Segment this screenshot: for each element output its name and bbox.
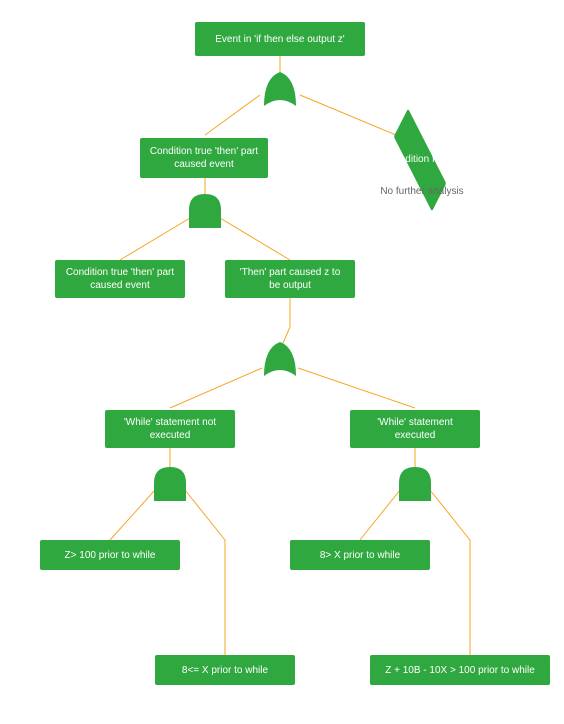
node-8-gt-x-label: 8> X prior to while — [320, 549, 400, 562]
node-z-gt-100: Z> 100 prior to while — [40, 540, 180, 570]
node-while-exec-label: 'While' statement executed — [358, 416, 472, 442]
node-8-le-x-label: 8<= X prior to while — [182, 664, 268, 677]
node-cond-true: Condition true 'then' part caused event — [140, 138, 268, 178]
node-z-gt-100-label: Z> 100 prior to while — [65, 549, 156, 562]
node-cond-true2-label: Condition true 'then' part caused event — [63, 266, 177, 292]
and-gate-icon — [185, 192, 225, 232]
node-z-expr-label: Z + 10B - 10X > 100 prior to while — [385, 664, 535, 677]
node-then-output-label: 'Then' part caused z to be output — [233, 266, 347, 292]
caption-no-further: No further analysis — [372, 186, 472, 197]
node-while-not: 'While' statement not executed — [105, 410, 235, 448]
node-z-expr: Z + 10B - 10X > 100 prior to while — [370, 655, 550, 685]
node-root: Event in 'if then else output z' — [195, 22, 365, 56]
node-cond-false: Condition false — [360, 138, 480, 182]
and-gate-icon-2 — [150, 465, 190, 505]
node-cond-false-label: Condition false — [360, 154, 480, 165]
node-root-label: Event in 'if then else output z' — [215, 33, 344, 46]
node-then-output: 'Then' part caused z to be output — [225, 260, 355, 298]
node-while-not-label: 'While' statement not executed — [113, 416, 227, 442]
node-cond-true2: Condition true 'then' part caused event — [55, 260, 185, 298]
or-gate-icon — [260, 70, 300, 110]
node-while-exec: 'While' statement executed — [350, 410, 480, 448]
node-8-gt-x: 8> X prior to while — [290, 540, 430, 570]
or-gate-icon-2 — [260, 340, 300, 380]
and-gate-icon-3 — [395, 465, 435, 505]
node-cond-true-label: Condition true 'then' part caused event — [148, 145, 260, 171]
node-8-le-x: 8<= X prior to while — [155, 655, 295, 685]
